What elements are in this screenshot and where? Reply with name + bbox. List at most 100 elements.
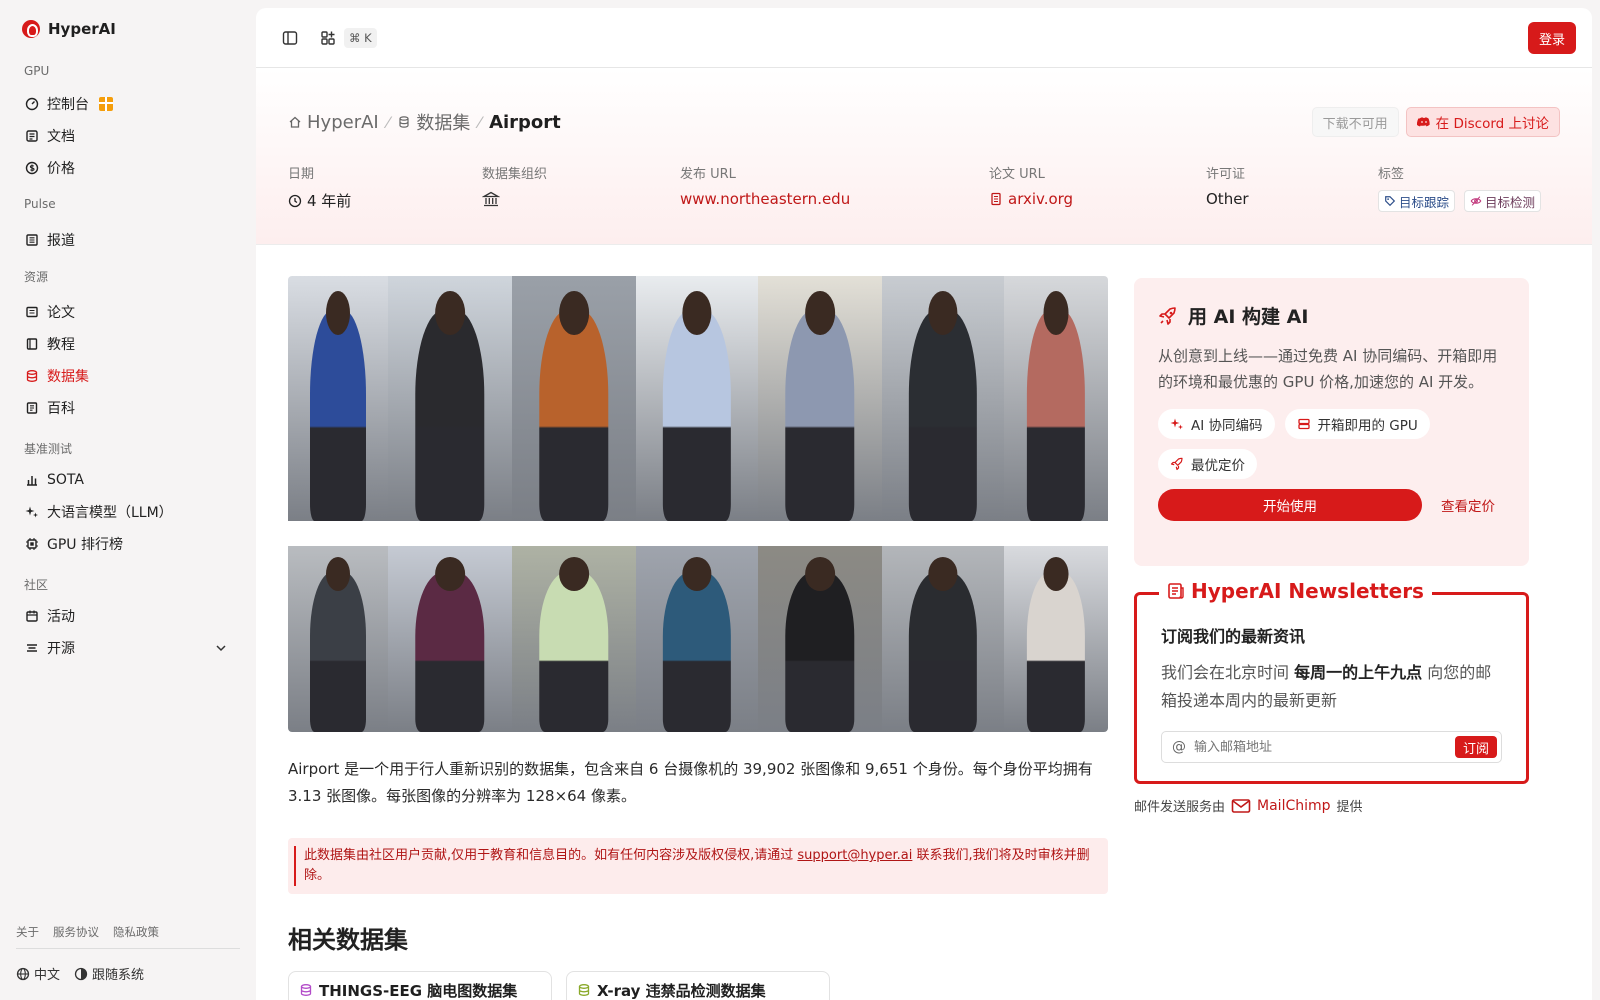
pedestrian-figure xyxy=(1026,310,1086,521)
pedestrian-figure xyxy=(310,572,366,732)
toggle-sidebar-button[interactable] xyxy=(280,28,300,48)
feature-chip-label: AI 协同编码 xyxy=(1191,418,1263,434)
preview-photo-cell xyxy=(882,276,1004,521)
related-dataset-name: X-ray 违禁品检测数据集 xyxy=(597,982,766,1000)
command-palette-button[interactable] xyxy=(318,28,338,48)
sidebar-item-pricing[interactable]: 价格 xyxy=(16,154,238,182)
sidebar-item-label: 大语言模型（LLM） xyxy=(47,505,173,521)
publish-url-link[interactable]: www.northeastern.edu xyxy=(680,190,850,208)
discord-discuss-button[interactable]: 在 Discord 上讨论 xyxy=(1405,107,1560,137)
language-switch[interactable]: 中文 xyxy=(16,964,60,983)
login-button[interactable]: 登录 xyxy=(1527,22,1576,54)
sidebar-item-console[interactable]: 控制台 xyxy=(16,90,238,118)
sparkle-icon xyxy=(1170,417,1184,431)
footer-link-privacy[interactable]: 隐私政策 xyxy=(113,924,159,940)
pedestrian-figure xyxy=(908,310,978,521)
download-button[interactable]: 下载不可用 xyxy=(1311,107,1399,137)
footer-link-terms[interactable]: 服务协议 xyxy=(53,924,99,940)
meta-date-value-wrap: 4 年前 xyxy=(288,190,351,211)
meta-date-label: 日期 xyxy=(288,167,315,182)
tag-chip[interactable]: 目标跟踪 xyxy=(1378,190,1456,212)
related-dataset-card[interactable]: THINGS-EEG 脑电图数据集 xyxy=(288,971,552,1000)
notice-text-before: 此数据集由社区用户贡献,仅用于教育和信息目的。如有任何内容涉及版权侵权,请通过 xyxy=(304,848,798,863)
brand-name: HyperAI xyxy=(48,20,116,38)
get-started-button[interactable]: 开始使用 xyxy=(1158,489,1422,521)
credit-after: 提供 xyxy=(1336,800,1363,815)
pedestrian-figure xyxy=(415,572,485,732)
sidebar-item-datasets[interactable]: 数据集 xyxy=(16,362,238,390)
sidebar-item-open-source[interactable]: 开源 xyxy=(16,634,238,662)
chevron-down-icon[interactable] xyxy=(214,641,228,655)
section-gpu-title: GPU xyxy=(24,64,50,78)
globe-icon xyxy=(16,967,30,981)
sidebar: HyperAI GPU 控制台 文档 价格 Pulse 报道 资源 论文 教程 … xyxy=(0,0,255,1000)
meta-publish-label: 发布 URL xyxy=(680,167,736,182)
doc-icon xyxy=(25,129,39,143)
pedestrian-figure xyxy=(539,572,609,732)
sidebar-item-events[interactable]: 活动 xyxy=(16,602,238,630)
sidebar-item-label: 活动 xyxy=(47,609,75,625)
sidebar-item-papers[interactable]: 论文 xyxy=(16,298,238,326)
newsletter-form: @ 订阅 xyxy=(1161,731,1502,763)
database-icon xyxy=(397,115,411,129)
pedestrian-head xyxy=(1043,290,1069,335)
promo-title-wrap: 用 AI 构建 AI xyxy=(1158,302,1505,329)
meta-org-label: 数据集组织 xyxy=(482,167,548,182)
section-community-title: 社区 xyxy=(24,578,49,592)
related-dataset-name: THINGS-EEG 脑电图数据集 xyxy=(319,982,518,1000)
email-input[interactable] xyxy=(1194,739,1447,755)
sidebar-item-label: 百科 xyxy=(47,401,75,417)
breadcrumb-datasets[interactable]: 数据集 xyxy=(397,109,470,135)
footer-link-about[interactable]: 关于 xyxy=(16,924,39,940)
meta-organization: 数据集组织 xyxy=(482,163,547,208)
newsletter-legend-text: HyperAI Newsletters xyxy=(1191,579,1424,603)
chip-icon xyxy=(25,537,39,551)
preview-photo-cell xyxy=(388,276,512,521)
footer-divider xyxy=(16,948,240,949)
tag-chip[interactable]: 目标检测 xyxy=(1464,190,1542,212)
eye-off-icon xyxy=(1470,195,1482,207)
calendar-icon xyxy=(25,609,39,623)
sidebar-item-label: SOTA xyxy=(47,472,84,488)
copyright-notice: 此数据集由社区用户贡献,仅用于教育和信息目的。如有任何内容涉及版权侵权,请通过 … xyxy=(288,838,1108,894)
support-email-link[interactable]: support@hyper.ai xyxy=(797,848,912,863)
related-datasets-title: 相关数据集 xyxy=(288,926,408,954)
pedestrian-figure xyxy=(662,572,732,732)
promo-card: 用 AI 构建 AI 从创意到上线——通过免费 AI 协同编码、开箱即用的环境和… xyxy=(1134,278,1529,566)
mailchimp-link[interactable]: MailChimp xyxy=(1257,798,1331,814)
breadcrumb-home[interactable]: HyperAI xyxy=(288,112,379,133)
section-resources-title: 资源 xyxy=(24,270,49,284)
header-actions: 下载不可用 在 Discord 上讨论 xyxy=(1311,107,1560,137)
preview-photo-cell xyxy=(1004,546,1108,732)
list-icon xyxy=(25,641,39,655)
mailchimp-credit: 邮件发送服务由 MailChimp 提供 xyxy=(1134,796,1529,816)
subscribe-button[interactable]: 订阅 xyxy=(1454,736,1497,758)
view-pricing-link[interactable]: 查看定价 xyxy=(1441,495,1495,515)
gauge-icon xyxy=(25,97,39,111)
preview-photo-cell xyxy=(512,276,636,521)
brand[interactable]: HyperAI xyxy=(22,20,116,38)
newsletter-desc-bold: 每周一的上午九点 xyxy=(1294,663,1423,682)
database-icon xyxy=(299,983,313,997)
home-icon xyxy=(288,115,302,129)
preview-photo-cell xyxy=(288,276,388,521)
sidebar-item-docs[interactable]: 文档 xyxy=(16,122,238,150)
newsletter-description: 我们会在北京时间 每周一的上午九点 向您的邮箱投递本周内的最新更新 xyxy=(1161,659,1502,715)
sidebar-item-llm[interactable]: 大语言模型（LLM） xyxy=(16,498,238,526)
sidebar-item-gpu-leaderboard[interactable]: GPU 排行榜 xyxy=(16,530,238,558)
theme-switch[interactable]: 跟随系统 xyxy=(74,964,144,983)
sidebar-item-sota[interactable]: SOTA xyxy=(16,466,238,494)
database-icon xyxy=(577,983,591,997)
feature-chip-pricing: 最优定价 xyxy=(1158,449,1257,479)
related-dataset-card[interactable]: X-ray 违禁品检测数据集 xyxy=(566,971,830,1000)
sidebar-item-reports[interactable]: 报道 xyxy=(16,226,238,254)
meta-paper-label: 论文 URL xyxy=(989,167,1045,182)
meta-tags: 标签 目标跟踪 目标检测 xyxy=(1378,163,1545,212)
sidebar-item-tutorials[interactable]: 教程 xyxy=(16,330,238,358)
sidebar-item-label: 论文 xyxy=(47,305,75,321)
meta-date-value: 4 年前 xyxy=(307,192,352,210)
newsletter-legend: HyperAI Newsletters xyxy=(1159,579,1432,603)
tag-list: 目标跟踪 目标检测 xyxy=(1378,190,1545,212)
paper-url-link[interactable]: arxiv.org xyxy=(989,190,1073,208)
sidebar-item-wiki[interactable]: 百科 xyxy=(16,394,238,422)
